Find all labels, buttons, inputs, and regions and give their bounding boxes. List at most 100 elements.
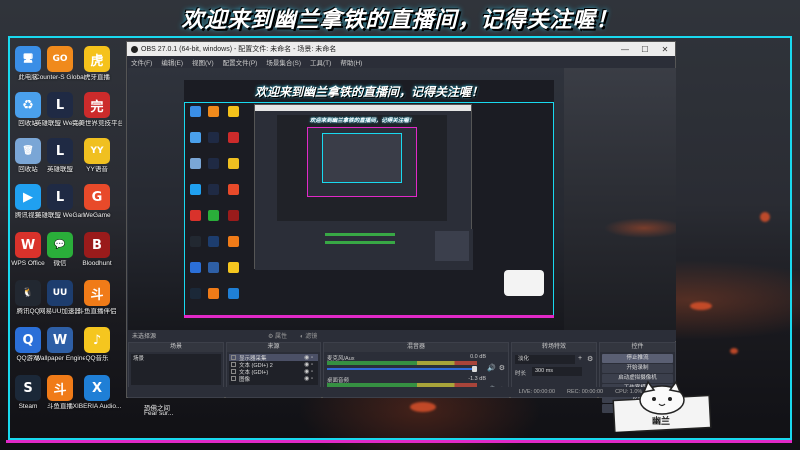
lock-icon[interactable]: ▫ xyxy=(311,369,318,375)
source-item[interactable]: 图像 ◉ ▫ xyxy=(229,375,318,383)
banner-text: 欢迎来到幽兰拿铁的直播间，记得关注喔！ xyxy=(181,8,619,33)
transitions-title: 转场特效 xyxy=(512,343,596,352)
desktop-icon[interactable]: YY YY语音 xyxy=(72,138,122,174)
taskbar-item[interactable]: Fear sur... xyxy=(144,410,173,417)
rec-status: REC: 00:00:00 xyxy=(567,389,604,395)
add-icon[interactable]: + xyxy=(578,355,582,362)
window-title: OBS 27.0.1 (64-bit, windows) - 配置文件: 未命名… xyxy=(141,46,337,53)
menu-item[interactable]: 场景集合(S) xyxy=(266,57,301,67)
mascot-sticker: 幽兰 xyxy=(612,380,712,434)
desktop-icon-label: XIBERIA Audio... xyxy=(72,403,122,410)
nested-app-icon xyxy=(228,236,239,247)
volume-slider[interactable] xyxy=(327,368,477,370)
nested-app-icon xyxy=(208,184,219,195)
lock-icon[interactable]: ▫ xyxy=(311,362,318,368)
menu-item[interactable]: 文件(F) xyxy=(131,57,152,67)
nested-app-icon xyxy=(208,210,219,221)
source-type-icon xyxy=(231,376,236,381)
eye-icon[interactable]: ◉ xyxy=(304,361,311,368)
speaker-icon[interactable]: 🔊 xyxy=(487,364,496,372)
sources-title: 来源 xyxy=(227,343,320,352)
channel-db: -1.3 dB xyxy=(468,376,486,382)
mixer-title: 混音器 xyxy=(324,343,508,352)
app-icon: GO xyxy=(47,46,73,72)
nested-banner-text: 欢迎来到幽兰拿铁的直播间，记得关注喔！ xyxy=(254,84,483,99)
menu-item[interactable]: 工具(T) xyxy=(310,57,331,67)
app-icon: L xyxy=(47,92,73,118)
eye-icon[interactable]: ◉ xyxy=(304,354,311,361)
nested-app-icon xyxy=(208,236,219,247)
overlay-frame-magenta xyxy=(6,440,792,443)
eye-icon[interactable]: ◉ xyxy=(304,375,311,382)
no-source-label: 未选择源 xyxy=(132,334,157,340)
control-button[interactable]: 停止推流 xyxy=(602,354,673,363)
filters-button[interactable]: ◐ 滤镜 xyxy=(300,331,317,340)
desktop-icon[interactable]: ♪ QQ音乐 xyxy=(72,327,122,363)
nested-app-icon xyxy=(208,288,219,299)
lock-icon[interactable]: ▫ xyxy=(311,376,318,382)
settings-icon[interactable]: ⚙ xyxy=(499,364,505,372)
desktop-icon-label: Bloodhunt xyxy=(82,260,112,267)
app-icon: W xyxy=(47,327,73,353)
close-icon[interactable]: ✕ xyxy=(655,45,675,54)
source-type-icon xyxy=(231,355,236,360)
scenes-title: 场景 xyxy=(129,343,223,352)
transition-select[interactable]: 淡化 xyxy=(515,355,575,364)
desktop-icon-label: WeGame xyxy=(83,212,111,219)
app-icon: X xyxy=(84,375,110,401)
nested-app-icon xyxy=(228,262,239,273)
nested-app-icon xyxy=(190,210,201,221)
app-icon: L xyxy=(47,138,73,164)
menu-bar: 文件(F) 编辑(E) 视图(V) 配置文件(P) 场景集合(S) 工具(T) 帮助(H) xyxy=(127,56,675,67)
nested-app-icon xyxy=(190,288,201,299)
desktop-icon[interactable]: 完完美世界竞技平台 xyxy=(72,92,122,128)
nested-app-icon xyxy=(228,210,239,221)
scene-item[interactable]: 场景 xyxy=(131,354,221,362)
minimize-icon[interactable]: — xyxy=(615,45,635,54)
source-type-icon xyxy=(231,369,236,374)
status-bar: LIVE: 00:00:00 REC: 00:00:00 CPU: 1.0%, … xyxy=(128,387,676,397)
desktop-icon-label: YY语音 xyxy=(86,166,108,173)
lock-icon[interactable]: ▫ xyxy=(311,355,318,361)
eye-icon[interactable]: ◉ xyxy=(304,368,311,375)
nested-banner: 欢迎来到幽兰拿铁的直播间，记得关注喔！ xyxy=(184,80,554,102)
sources-list: 显示器采集 ◉ ▫ 文本 (GDI+) 2 ◉ ▫ 文本 (GDI+) ◉ ▫ 图像 ◉ ▫ xyxy=(229,354,318,385)
source-toolbar: 未选择源 ⚙ 属性 ◐ 滤镜 xyxy=(128,330,676,341)
app-icon: L xyxy=(47,184,73,210)
control-button[interactable]: 开始录制 xyxy=(602,364,673,373)
nested-app-icon xyxy=(208,262,219,273)
menu-item[interactable]: 帮助(H) xyxy=(340,57,362,67)
nested-app-icon xyxy=(228,132,239,143)
preview-canvas[interactable]: 欢迎来到幽兰拿铁的直播间，记得关注喔！ 欢迎来到幽兰拿铁的直播间，记得关注喔！ xyxy=(128,68,676,330)
app-icon: ♪ xyxy=(84,327,110,353)
volume-knob[interactable] xyxy=(472,366,477,372)
app-icon: B xyxy=(84,232,110,258)
channel-db: 0.0 dB xyxy=(470,354,486,360)
desktop-icon[interactable]: X XIBERIA Audio... xyxy=(72,375,122,411)
app-icon: UU xyxy=(47,280,73,306)
app-icon: 虎 xyxy=(84,46,110,72)
maximize-icon[interactable]: ☐ xyxy=(635,45,655,54)
desktop-icon[interactable]: 虎虎牙直播 xyxy=(72,46,122,82)
mascot-text: 幽兰 xyxy=(652,416,671,426)
app-icon: YY xyxy=(84,138,110,164)
menu-item[interactable]: 编辑(E) xyxy=(161,57,183,67)
obs-logo-icon xyxy=(131,45,138,53)
nested-app-icon xyxy=(208,132,219,143)
app-icon: 斗 xyxy=(84,280,110,306)
nested-banner-text-2: 欢迎来到幽兰拿铁的直播间，记得关注喔！ xyxy=(309,118,415,124)
desktop-icon[interactable]: B Bloodhunt xyxy=(72,232,122,268)
obs-window: OBS 27.0.1 (64-bit, windows) - 配置文件: 未命名… xyxy=(126,41,676,413)
controls-title: 控件 xyxy=(600,343,675,352)
duration-input[interactable]: 300 ms xyxy=(532,367,582,376)
desktop-icon[interactable]: 斗斗鱼直播伴侣 xyxy=(72,280,122,316)
level-meter xyxy=(327,361,477,365)
settings-icon[interactable]: ⚙ xyxy=(587,355,593,363)
nested-app-icon xyxy=(228,158,239,169)
menu-item[interactable]: 配置文件(P) xyxy=(223,57,258,67)
app-icon: 💬 xyxy=(47,232,73,258)
properties-button[interactable]: ⚙ 属性 xyxy=(268,331,287,340)
menu-item[interactable]: 视图(V) xyxy=(192,57,214,67)
desktop-icon[interactable]: G WeGame xyxy=(72,184,122,220)
nested-app-icon xyxy=(190,262,201,273)
